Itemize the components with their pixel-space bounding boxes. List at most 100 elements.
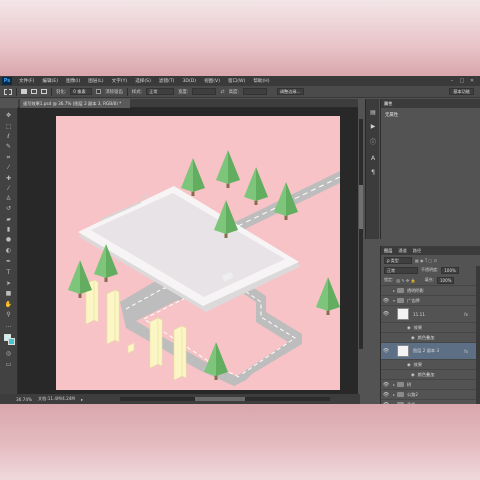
lasso-tool-icon[interactable]: ℓ	[4, 133, 13, 140]
visibility-eye-icon[interactable]: 👁	[381, 382, 391, 388]
tab-layers[interactable]: 图层	[384, 248, 392, 254]
layer-row[interactable]: 👁 ▸ 公路2	[381, 389, 480, 399]
menu-type[interactable]: 文字(Y)	[108, 78, 132, 84]
type-tool-icon[interactable]: T	[4, 269, 13, 276]
workspace-select[interactable]: 基本功能	[449, 88, 474, 95]
tab-paths[interactable]: 路径	[413, 248, 421, 254]
effects-eye-icon[interactable]: ◉	[407, 325, 411, 330]
quick-select-tool-icon[interactable]: ✎	[4, 143, 13, 150]
new-selection-icon[interactable]	[21, 89, 27, 94]
healing-tool-icon[interactable]: ✚	[4, 175, 13, 182]
lock-icons[interactable]: ▨ ✎ ✥ 🔒	[396, 278, 415, 283]
zoom-tool-icon[interactable]: ⚲	[4, 311, 13, 318]
subtract-selection-icon[interactable]	[41, 89, 47, 94]
history-panel-icon[interactable]: ▤	[369, 109, 377, 117]
marquee-icon[interactable]	[4, 88, 12, 95]
minimize-button[interactable]: –	[448, 77, 456, 85]
menu-select[interactable]: 选择(S)	[131, 78, 155, 84]
background-color-swatch[interactable]	[8, 338, 15, 345]
layer-row[interactable]: ▸ 透明阴影	[381, 285, 480, 295]
menu-window[interactable]: 窗口(W)	[224, 78, 249, 84]
screen-mode-icon[interactable]: ▭	[4, 361, 13, 368]
clone-tool-icon[interactable]: ♙	[4, 195, 13, 202]
layer-row-selected[interactable]: 👁 图层 2 副本 3 fx	[381, 342, 480, 359]
menu-help[interactable]: 帮助(H)	[249, 78, 273, 84]
vertical-scroll-thumb[interactable]	[359, 185, 363, 229]
width-input[interactable]	[192, 88, 217, 95]
status-arrow-icon[interactable]: ▸	[81, 397, 83, 402]
menu-edit[interactable]: 编辑(E)	[38, 78, 62, 84]
menu-view[interactable]: 视图(V)	[200, 78, 224, 84]
layer-effect-row[interactable]: ◉ 颜色叠加	[381, 332, 480, 342]
swap-icon[interactable]: ⇄	[220, 89, 224, 95]
layers-scrollbar[interactable]	[476, 266, 480, 404]
path-select-tool-icon[interactable]: ➤	[4, 280, 13, 287]
eyedropper-tool-icon[interactable]: ⁄	[4, 164, 13, 171]
filter-icons[interactable]: ▦ ◉ T ▢ ⊡	[415, 258, 437, 263]
canvas-area[interactable]	[18, 108, 358, 394]
add-selection-icon[interactable]	[31, 89, 37, 94]
history-brush-tool-icon[interactable]: ↺	[4, 205, 13, 212]
status-bar: 36.74% 文档:11.4M/4.24M ▸	[0, 394, 360, 404]
eraser-tool-icon[interactable]: ▰	[4, 216, 13, 223]
brush-tool-icon[interactable]: ⁄	[4, 185, 13, 192]
effects-eye-icon[interactable]: ◉	[407, 362, 411, 367]
paragraph-panel-icon[interactable]: ¶	[369, 169, 377, 177]
layer-row[interactable]: 👁 ▾ 广告牌	[381, 295, 480, 305]
move-tool-icon[interactable]: ✥	[4, 112, 13, 119]
layer-effect-row[interactable]: ◉ 效果	[381, 359, 480, 369]
dodge-tool-icon[interactable]: ◐	[4, 247, 13, 254]
menu-file[interactable]: 文件(F)	[15, 78, 38, 84]
tab-properties[interactable]: 属性	[384, 101, 392, 107]
hand-tool-icon[interactable]: ✋	[4, 301, 13, 308]
artboard[interactable]	[56, 116, 340, 390]
pen-tool-icon[interactable]: ✒	[4, 258, 13, 265]
info-panel-icon[interactable]: ⓘ	[369, 139, 377, 147]
document-tab[interactable]: 速写效果1.psd @ 36.7% (图层 2 副本 3, RGB/8) *	[20, 99, 130, 108]
layer-effect-row[interactable]: ◉ 颜色叠加	[381, 369, 480, 379]
close-button[interactable]: ✕	[468, 77, 476, 85]
character-panel-icon[interactable]: A	[369, 155, 377, 163]
tab-channels[interactable]: 通道	[398, 248, 406, 254]
gradient-tool-icon[interactable]: ▮	[4, 226, 13, 233]
effect-eye-icon[interactable]: ◉	[411, 372, 415, 377]
feather-input[interactable]: 0 像素	[70, 88, 93, 95]
opacity-input[interactable]: 100%	[441, 266, 459, 274]
layer-effect-row[interactable]: ◉ 效果	[381, 322, 480, 332]
more-tools-icon[interactable]: …	[4, 322, 13, 329]
antialias-checkbox[interactable]	[96, 89, 102, 94]
effect-eye-icon[interactable]: ◉	[411, 335, 415, 340]
fill-input[interactable]: 100%	[437, 276, 455, 284]
zoom-level[interactable]: 36.74%	[16, 397, 32, 402]
blur-tool-icon[interactable]: ●	[4, 236, 13, 243]
visibility-eye-icon[interactable]: 👁	[381, 298, 391, 304]
crop-tool-icon[interactable]: ⌗	[4, 154, 13, 161]
visibility-eye-icon[interactable]: 👁	[381, 348, 391, 354]
height-label: 高度:	[228, 89, 239, 95]
maximize-button[interactable]: □	[458, 77, 466, 85]
marquee-tool-icon[interactable]: ⬚	[4, 123, 13, 130]
quick-mask-icon[interactable]: ◎	[4, 350, 13, 357]
layer-row[interactable]: 👁 11.11 fx	[381, 305, 480, 322]
horizontal-scrollbar[interactable]	[120, 397, 330, 401]
layer-filter-select[interactable]: ρ 类型	[384, 256, 412, 264]
fx-badge[interactable]: fx	[464, 312, 468, 317]
menu-3d[interactable]: 3D(D)	[178, 79, 200, 84]
style-select[interactable]: 正常	[146, 88, 175, 95]
layer-row[interactable]: 👁 ▸ 树	[381, 379, 480, 389]
actions-panel-icon[interactable]: ▶	[369, 123, 377, 131]
refine-edge-button[interactable]: 调整边缘...	[276, 88, 304, 95]
menu-filter[interactable]: 滤镜(T)	[155, 78, 179, 84]
shape-tool-icon[interactable]: ■	[4, 290, 13, 297]
menu-layer[interactable]: 图层(L)	[84, 78, 107, 84]
blend-mode-select[interactable]: 正常	[384, 266, 418, 274]
fx-badge[interactable]: fx	[464, 349, 468, 354]
height-input[interactable]	[242, 88, 267, 95]
vertical-scrollbar[interactable]	[359, 119, 363, 349]
visibility-eye-icon[interactable]: 👁	[381, 392, 391, 398]
visibility-eye-icon[interactable]: 👁	[381, 311, 391, 317]
layer-row[interactable]: 👁 ▸ 手机	[381, 399, 480, 404]
visibility-eye-icon[interactable]: 👁	[381, 402, 391, 405]
horizontal-scroll-thumb[interactable]	[195, 397, 245, 401]
menu-image[interactable]: 图像(I)	[62, 78, 84, 84]
